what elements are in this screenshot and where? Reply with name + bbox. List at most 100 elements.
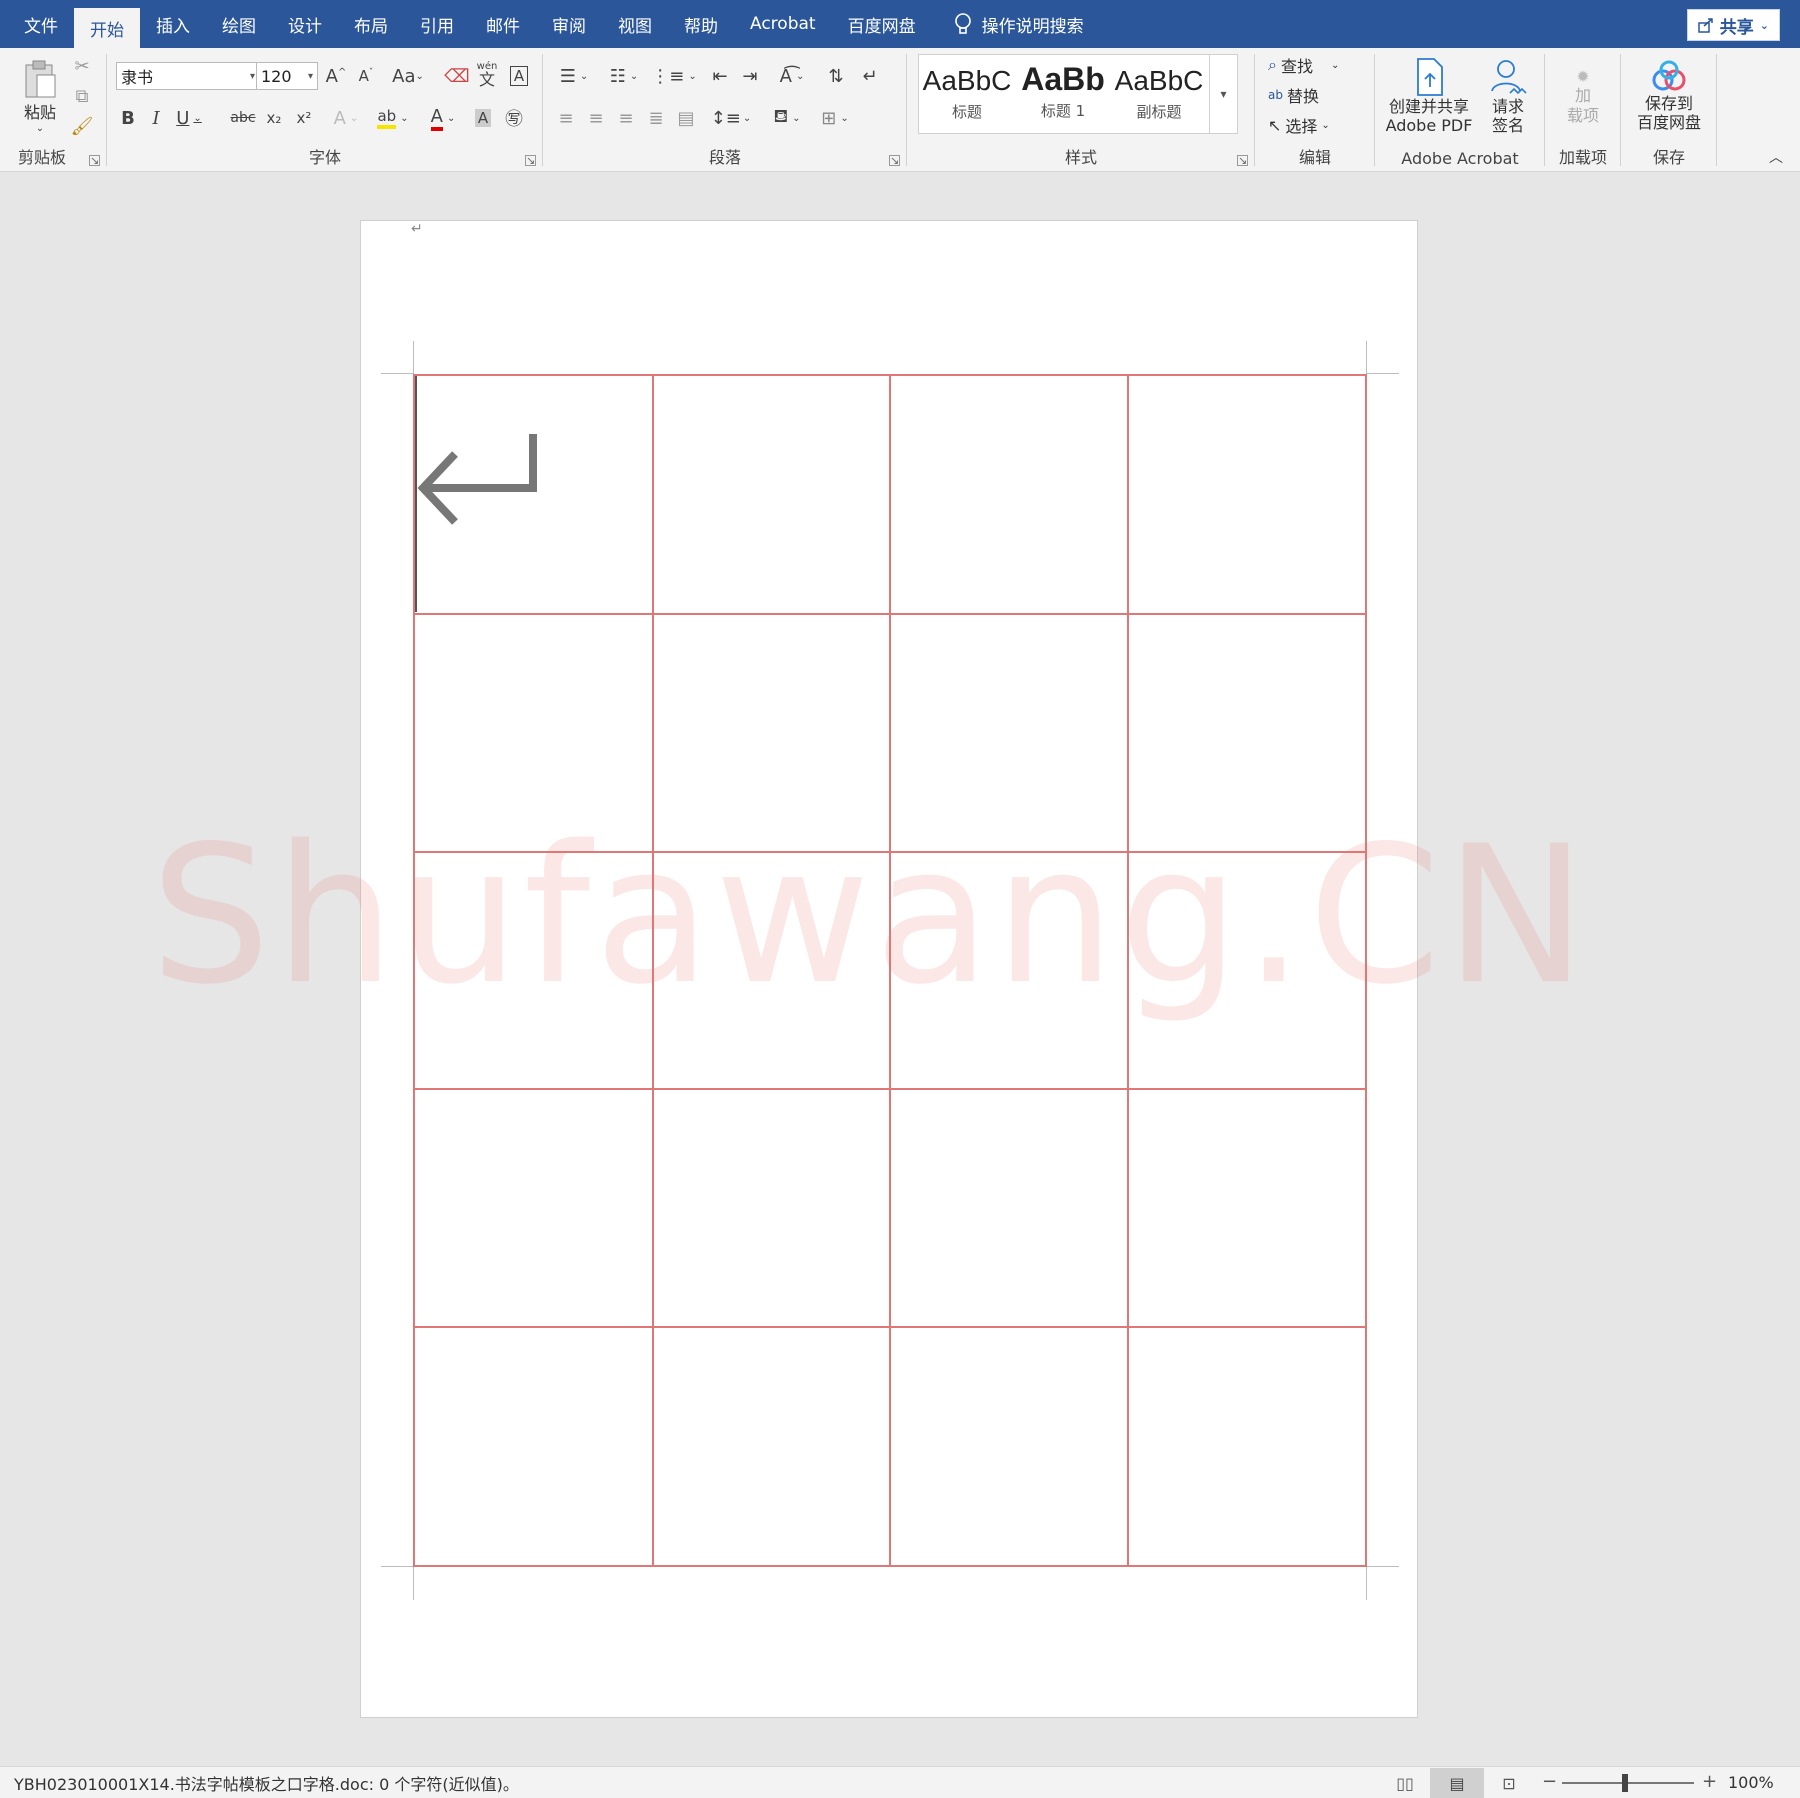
italic-button[interactable]: I (144, 104, 168, 132)
numbering-button[interactable]: ☷ ⌄ (602, 62, 646, 90)
font-size-combo[interactable]: 120 ▾ (256, 62, 318, 90)
replace-icon: ab (1268, 88, 1283, 102)
calligraphy-grid-table[interactable] (413, 374, 1367, 1567)
dialog-launcher-icon[interactable]: ↘ (889, 155, 900, 166)
tab-insert[interactable]: 插入 (140, 0, 206, 48)
paragraph-mark-icon (417, 434, 537, 525)
view-web-layout-button[interactable]: ⊡ (1494, 1771, 1524, 1795)
underline-button[interactable]: U ⌄ (170, 104, 208, 132)
book-icon: ▯▯ (1396, 1773, 1414, 1793)
change-case-button[interactable]: Aa ⌄ (386, 62, 430, 90)
tab-view[interactable]: 视图 (602, 0, 668, 48)
create-share-pdf-button[interactable]: 创建并共享 Adobe PDF (1384, 54, 1474, 138)
tab-home[interactable]: 开始 (74, 8, 140, 48)
tab-references[interactable]: 引用 (404, 0, 470, 48)
shrink-font-button[interactable]: Aˇ (352, 62, 380, 90)
save-to-baidu-button[interactable]: 保存到 百度网盘 (1628, 54, 1710, 138)
share-button[interactable]: 共享 ⌄ (1686, 9, 1780, 41)
style-title[interactable]: AaBbC 标题 (919, 55, 1015, 133)
signature-person-icon (1491, 59, 1527, 94)
tab-design[interactable]: 设计 (272, 0, 338, 48)
sort-button[interactable]: ⇅ (822, 62, 850, 90)
group-separator (906, 54, 907, 166)
find-button[interactable]: ⌕ 查找 ⌄ (1268, 52, 1368, 78)
document-page[interactable]: ↵ (360, 220, 1418, 1718)
tab-help[interactable]: 帮助 (668, 0, 734, 48)
tab-review[interactable]: 审阅 (536, 0, 602, 48)
zoom-in-button[interactable]: + (1702, 1771, 1717, 1792)
grow-font-icon: A^ (325, 65, 347, 87)
grow-font-button[interactable]: A^ (322, 62, 350, 90)
clear-formatting-button[interactable]: ⌫ (444, 62, 470, 90)
tab-baidu-netdisk[interactable]: 百度网盘 (832, 0, 932, 48)
copy-button[interactable]: ⧉ (70, 84, 94, 108)
word-count-status[interactable]: YBH023010001X14.书法字帖模板之口字格.doc: 0 个字符(近似… (14, 1771, 519, 1795)
borders-button[interactable]: ⊞ ⌄ (814, 104, 856, 132)
font-name-combo[interactable]: 隶书 ▾ (116, 62, 260, 90)
decrease-indent-button[interactable]: ⇤ (706, 62, 734, 90)
tell-me-search[interactable]: 操作说明搜索 (954, 12, 1084, 37)
shading-button[interactable]: ⛾ ⌄ (766, 104, 808, 132)
align-right-button[interactable]: ≡ (612, 104, 640, 132)
align-left-button[interactable]: ≡ (552, 104, 580, 132)
chevron-down-icon: ⌄ (1759, 18, 1769, 32)
line-spacing-button[interactable]: ↕≡ ⌄ (710, 104, 752, 132)
enclose-characters-button[interactable]: ㊢ (500, 104, 528, 132)
align-center-button[interactable]: ≡ (582, 104, 610, 132)
strikethrough-button[interactable]: abc (228, 104, 258, 132)
cut-button[interactable]: ✂ (70, 54, 94, 78)
chevron-down-icon: ⌄ (792, 112, 801, 124)
show-hide-marks-button[interactable]: ↵ (856, 62, 884, 90)
zoom-slider[interactable] (1562, 1774, 1694, 1792)
chinese-layout-button[interactable]: A͡ ⌄ (770, 62, 814, 90)
character-shading-button[interactable]: A (470, 104, 496, 132)
text-effects-button[interactable]: A ⌄ (326, 104, 366, 132)
view-print-layout-button[interactable]: ▤ (1430, 1768, 1484, 1798)
style-heading-1[interactable]: AaBb 标题 1 (1015, 55, 1111, 133)
text-cursor (415, 376, 417, 612)
crop-mark (381, 373, 413, 374)
zoom-slider-thumb[interactable] (1622, 1774, 1628, 1792)
dialog-launcher-icon[interactable]: ↘ (525, 155, 536, 166)
phonetic-guide-button[interactable]: wén 文 (472, 58, 502, 92)
select-button[interactable]: ↖ 选择 ⌄ (1268, 112, 1368, 138)
subscript-button[interactable]: x₂ (260, 104, 288, 132)
distributed-button[interactable]: ▤ (672, 104, 700, 132)
tab-draw[interactable]: 绘图 (206, 0, 272, 48)
style-subtitle[interactable]: AaBbC 副标题 (1111, 55, 1207, 133)
justify-button[interactable]: ≣ (642, 104, 670, 132)
dialog-launcher-icon[interactable]: ↘ (89, 155, 100, 166)
chinese-layout-icon: A͡ (779, 65, 792, 87)
tab-layout[interactable]: 布局 (338, 0, 404, 48)
chevron-down-icon: ⌄ (742, 112, 752, 124)
ribbon-tab-bar: 文件 开始 插入 绘图 设计 布局 引用 邮件 审阅 视图 帮助 Acrobat… (0, 0, 1800, 48)
highlight-color-button[interactable]: ab ⌄ (372, 104, 414, 132)
tab-file[interactable]: 文件 (8, 0, 74, 48)
dialog-launcher-icon[interactable]: ↘ (1237, 155, 1248, 166)
addins-button[interactable]: ✹ 加 载项 (1554, 54, 1612, 138)
create-share-label-2: Adobe PDF (1385, 116, 1473, 135)
request-signature-button[interactable]: 请求 签名 (1480, 54, 1536, 138)
superscript-button[interactable]: x² (290, 104, 318, 132)
bullets-button[interactable]: ☰ ⌄ (552, 62, 596, 90)
zoom-out-button[interactable]: − (1542, 1771, 1557, 1792)
multilevel-list-button[interactable]: ⋮≡ ⌄ (651, 62, 696, 90)
increase-indent-button[interactable]: ⇥ (736, 62, 764, 90)
group-adobe-acrobat: 创建并共享 Adobe PDF 请求 签名 Adobe Acrobat (1376, 48, 1544, 172)
align-left-icon: ≡ (558, 107, 574, 129)
bold-button[interactable]: B (116, 104, 140, 132)
distributed-icon: ▤ (677, 107, 695, 129)
styles-more-button[interactable]: ▾ (1209, 55, 1237, 133)
zoom-level[interactable]: 100% (1728, 1773, 1774, 1792)
format-painter-button[interactable]: 🖌 (70, 114, 94, 138)
replace-button[interactable]: ab 替换 (1268, 82, 1368, 108)
collapse-ribbon-button[interactable]: ︿ (1766, 147, 1786, 167)
eraser-icon: ⌫ (444, 65, 470, 87)
view-read-mode-button[interactable]: ▯▯ (1390, 1771, 1420, 1795)
font-color-button[interactable]: A ⌄ (422, 104, 464, 132)
paste-button[interactable]: 粘贴 ⌄ (16, 56, 64, 136)
group-separator (1716, 54, 1717, 166)
tab-acrobat[interactable]: Acrobat (734, 0, 832, 48)
character-border-button[interactable]: A (506, 62, 532, 90)
tab-mailings[interactable]: 邮件 (470, 0, 536, 48)
